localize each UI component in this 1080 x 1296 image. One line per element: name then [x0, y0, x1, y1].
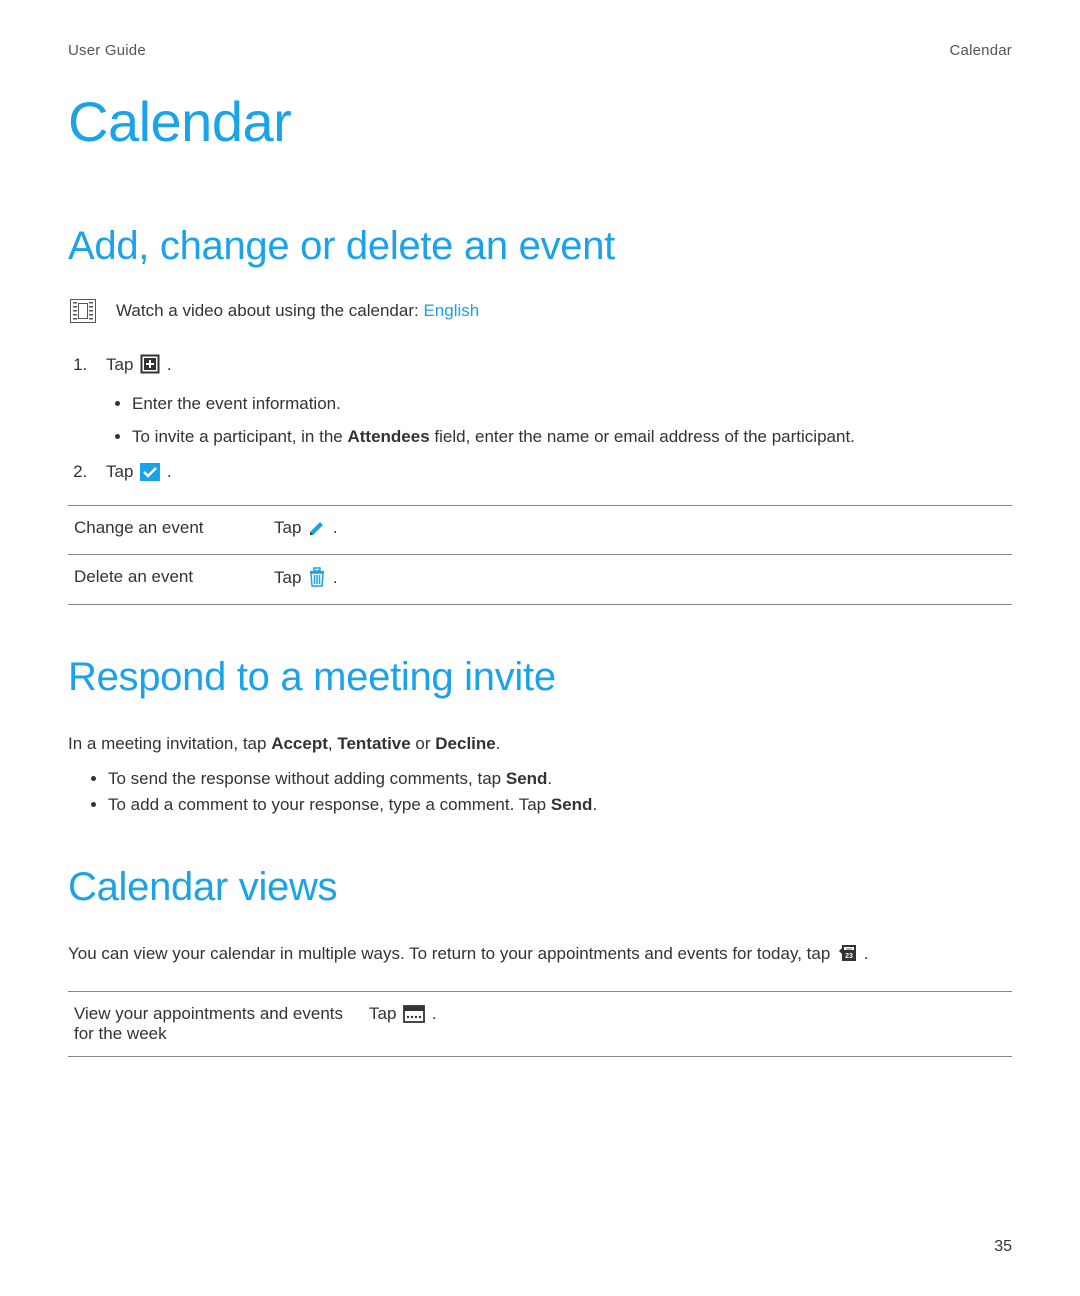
action-instruction: Tap . — [268, 554, 1012, 604]
bullet-add-comment: To add a comment to your response, type … — [108, 795, 1012, 815]
action-label: Delete an event — [68, 554, 268, 604]
table-row-week-view: View your appointments and events for th… — [68, 991, 1012, 1056]
section-respond-invite-title: Respond to a meeting invite — [68, 655, 1012, 700]
section-add-change-delete-title: Add, change or delete an event — [68, 224, 1012, 269]
video-help-row: Watch a video about using the calendar: … — [68, 299, 1012, 323]
video-icon — [70, 299, 96, 323]
action-instruction: Tap . — [268, 505, 1012, 554]
respond-intro: In a meeting invitation, tap Accept, Ten… — [68, 730, 1012, 757]
view-label: View your appointments and events for th… — [68, 991, 363, 1056]
confirm-check-icon — [140, 462, 160, 491]
respond-bullets: To send the response without adding comm… — [68, 769, 1012, 815]
action-label: Change an event — [68, 505, 268, 554]
header-left: User Guide — [68, 42, 146, 59]
page-number: 35 — [994, 1238, 1012, 1256]
step-1-substeps: Enter the event information. To invite a… — [106, 390, 1012, 452]
steps-list: Tap . Enter the event information. To in… — [68, 351, 1012, 491]
video-help-text: Watch a video about using the calendar: … — [116, 301, 479, 321]
week-view-icon — [403, 1005, 425, 1028]
page-title: Calendar — [68, 89, 1012, 154]
video-link-english[interactable]: English — [423, 301, 479, 320]
table-row-change-event: Change an event Tap . — [68, 505, 1012, 554]
step-1: Tap . Enter the event information. To in… — [92, 351, 1012, 452]
add-event-icon — [140, 354, 160, 384]
event-actions-table: Change an event Tap . Delete an event Ta… — [68, 505, 1012, 605]
edit-pencil-icon — [308, 519, 326, 542]
svg-text:23: 23 — [845, 953, 853, 960]
views-intro: You can view your calendar in multiple w… — [68, 940, 1012, 971]
header-right: Calendar — [950, 42, 1012, 59]
bullet-send-no-comment: To send the response without adding comm… — [108, 769, 1012, 789]
trash-delete-icon — [308, 567, 326, 592]
page-header: User Guide Calendar — [68, 42, 1012, 59]
substep-enter-info: Enter the event information. — [132, 390, 1012, 419]
view-instruction: Tap . — [363, 991, 1012, 1056]
substep-invite-participant: To invite a participant, in the Attendee… — [132, 423, 1012, 452]
svg-text:SEP: SEP — [846, 947, 852, 951]
table-row-delete-event: Delete an event Tap . — [68, 554, 1012, 604]
step-2: Tap . — [92, 458, 1012, 491]
today-calendar-icon: SEP 23 — [837, 943, 857, 971]
calendar-views-table: View your appointments and events for th… — [68, 991, 1012, 1057]
section-calendar-views-title: Calendar views — [68, 865, 1012, 910]
